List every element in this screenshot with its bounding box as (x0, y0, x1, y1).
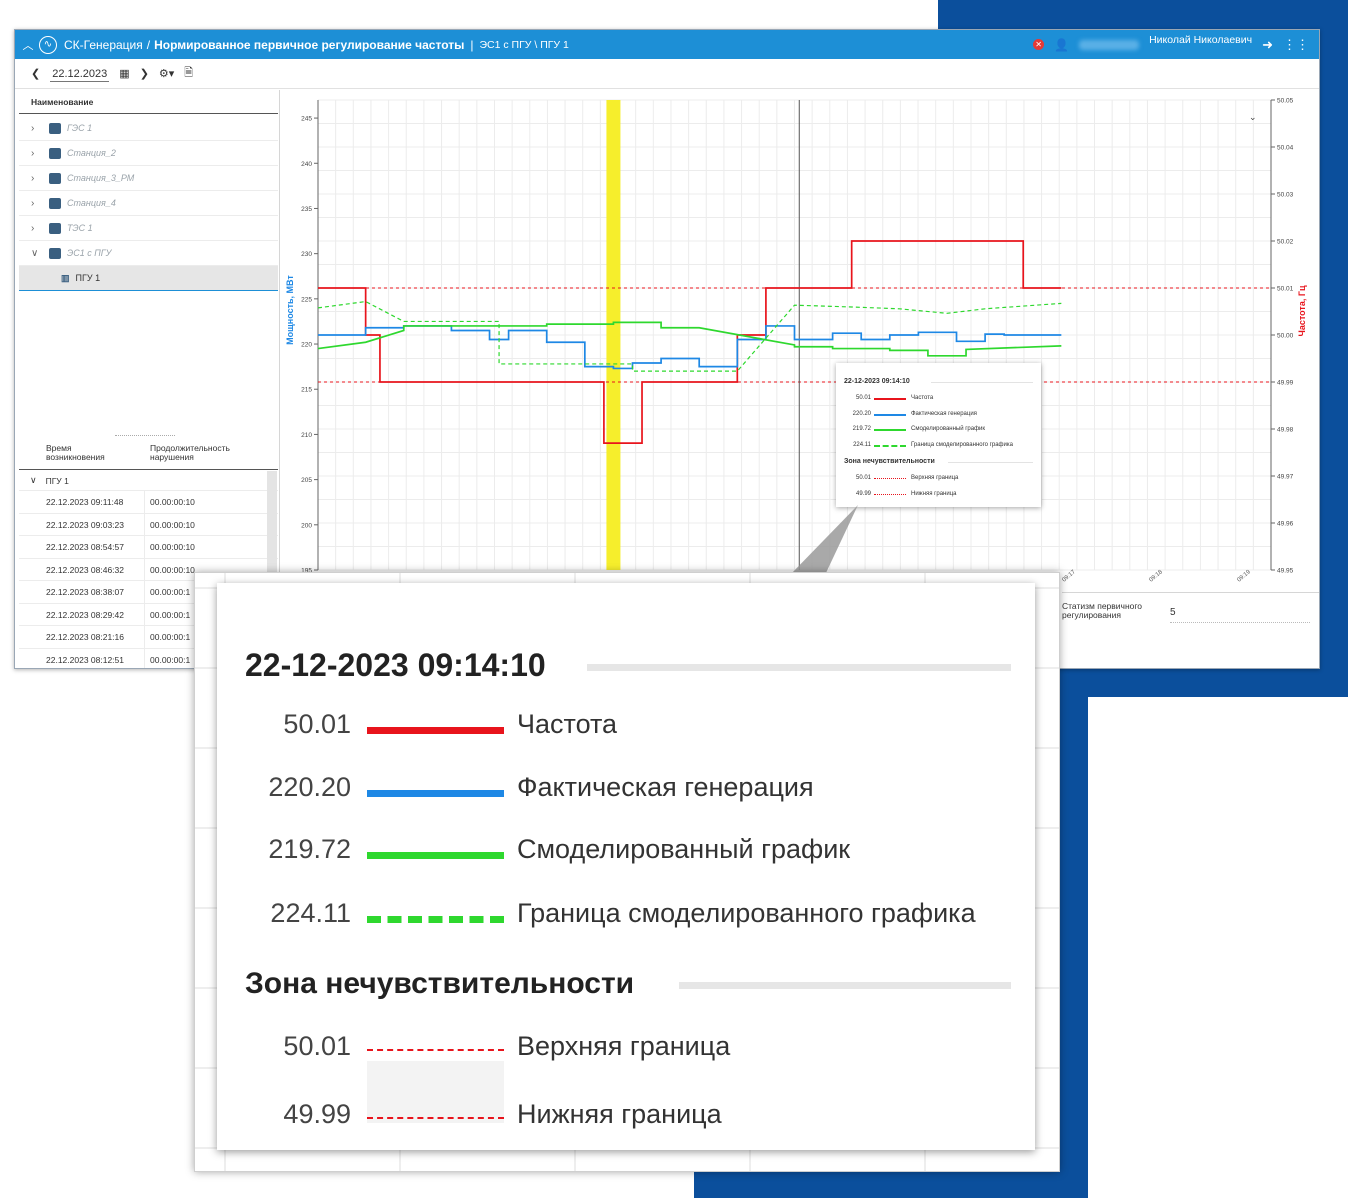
zoom-series-swatch (367, 1117, 504, 1119)
zoom-zone-divider (679, 982, 1011, 989)
tooltip-zoom-callout: 22-12-2023 09:14:10 50.01 Частота 220.20 Фак… (194, 572, 1060, 1172)
zoom-tooltip-value: 50.01 (283, 1031, 351, 1061)
zoom-tooltip-value: 220.20 (268, 772, 351, 802)
zoom-zone-row: 49.99 Нижняя граница (217, 1099, 1035, 1139)
zoom-tooltip-series-name: Граница смоделированного графика (517, 898, 976, 928)
zoom-tooltip-row: 50.01 Частота (217, 709, 1035, 749)
zoom-series-swatch (367, 916, 504, 923)
tooltip-zoom-card: 22-12-2023 09:14:10 50.01 Частота 220.20 Фак… (217, 583, 1035, 1150)
zoom-series-swatch (367, 790, 504, 797)
zoom-tooltip-series-name: Смоделированный график (517, 834, 851, 864)
zoom-zone-row: 50.01 Верхняя граница (217, 1031, 1035, 1071)
zoom-tooltip-series-name: Фактическая генерация (517, 772, 814, 802)
callout-wedge (790, 505, 858, 575)
zoom-tooltip-series-name: Частота (517, 709, 618, 739)
zoom-title-divider (587, 664, 1011, 671)
zoom-tooltip-row: 219.72 Смоделированный график (217, 834, 1035, 874)
zoom-zone-name: Нижняя граница (517, 1099, 722, 1129)
zoom-zone-title: Зона нечувствительности (245, 967, 635, 1000)
zoom-tooltip-row: 220.20 Фактическая генерация (217, 772, 1035, 812)
zoom-tooltip-value: 49.99 (283, 1099, 351, 1129)
zoom-series-swatch (367, 1049, 504, 1051)
zoom-tooltip-row: 224.11 Граница смоделированного графика (217, 898, 1035, 938)
zoom-tooltip-value: 219.72 (268, 834, 351, 864)
zoom-zone-name: Верхняя граница (517, 1031, 731, 1061)
zoom-tooltip-value: 50.01 (283, 709, 351, 739)
screenshot-stage: ︿ ∿ СК-Генерация / Нормированное первичн… (0, 0, 1358, 1198)
zoom-series-swatch (367, 852, 504, 859)
zoom-series-swatch (367, 727, 504, 734)
zoom-tooltip-timestamp: 22-12-2023 09:14:10 (245, 647, 546, 683)
zoom-tooltip-value: 224.11 (270, 898, 351, 928)
